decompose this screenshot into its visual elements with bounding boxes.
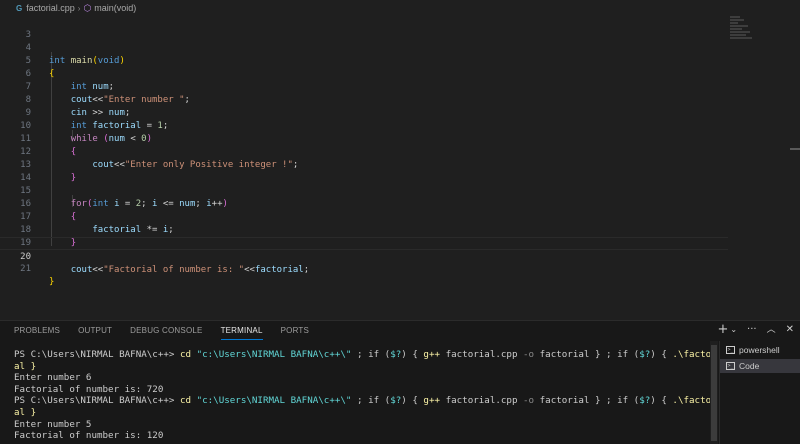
terminal-item-label: Code (739, 361, 760, 371)
cpp-file-icon: G (16, 3, 23, 13)
chevron-down-icon[interactable]: ⌄ (730, 323, 737, 337)
code-editor[interactable]: 3 4 int main(void) 5 { 6 int num; 7 cout… (0, 16, 800, 320)
terminal-item-code[interactable]: >_ Code (720, 359, 800, 373)
terminal-line: PS C:\Users\NIRMAL BAFNA\c++> cd "c:\Use… (14, 395, 710, 407)
code-line[interactable]: 9 int factorial = 1; (0, 94, 728, 131)
code-line[interactable]: 18 } (0, 211, 728, 248)
code-line[interactable]: 19 (0, 224, 728, 248)
code-line[interactable]: 16 { (0, 185, 728, 222)
editor-scrollbar[interactable] (792, 16, 800, 320)
tab-output[interactable]: OUTPUT (78, 321, 112, 341)
terminal-line: Enter number 5 (14, 418, 92, 430)
code-line[interactable]: 13 } (0, 146, 728, 183)
breadcrumb-file[interactable]: factorial.cpp (26, 3, 75, 13)
code-line-current[interactable]: 20 cout<<"Factorial of number is: "<<fac… (0, 237, 728, 275)
code-line[interactable]: 17 factorial *= i; (0, 198, 728, 235)
terminal-icon: >_ (726, 362, 735, 370)
terminal-list: >_ powershell >_ Code (719, 341, 800, 444)
code-line[interactable]: 14 (0, 159, 728, 183)
code-line[interactable]: 12 cout<<"Enter only Positive integer !"… (0, 133, 728, 170)
code-line[interactable]: 7 cout<<"Enter number "; (0, 68, 728, 105)
terminal-line: PS C:\Users\NIRMAL BAFNA\c++> cd "c:\Use… (14, 349, 710, 360)
code-line[interactable]: 4 int main(void) (0, 29, 728, 66)
chevron-right-icon: › (77, 3, 81, 13)
code-line[interactable]: 3 (0, 16, 728, 40)
panel-tabs: PROBLEMS OUTPUT DEBUG CONSOLE TERMINAL P… (0, 321, 700, 341)
terminal-item-label: powershell (739, 345, 780, 355)
terminal-icon: >_ (726, 346, 735, 354)
code-line[interactable]: 8 cin >> num; (0, 81, 728, 118)
panel-actions: + ⌄ ··· ︿ ✕ (717, 323, 794, 337)
variable: factorial (254, 265, 304, 275)
terminal-line: Factorial of number is: 720 (14, 383, 164, 395)
terminal-scrollbar[interactable] (710, 341, 718, 444)
line-number: 21 (20, 264, 31, 274)
close-icon[interactable]: ✕ (786, 323, 794, 337)
string-literal: "Factorial of number is: " (103, 265, 245, 275)
terminal-line: al } (14, 360, 37, 372)
variable: cout (70, 265, 93, 275)
code-line[interactable]: 11 { (0, 120, 728, 157)
terminal-line: al } (14, 406, 37, 418)
tab-ports[interactable]: PORTS (281, 321, 309, 341)
code-line[interactable]: 5 { (0, 42, 728, 79)
breadcrumb: G factorial.cpp › ⬡ main(void) (0, 0, 800, 16)
terminal-line: Enter number 6 (14, 372, 92, 384)
bottom-panel: PROBLEMS OUTPUT DEBUG CONSOLE TERMINAL P… (0, 320, 800, 444)
breadcrumb-symbol[interactable]: main(void) (94, 3, 136, 13)
code-line[interactable]: 6 int num; (0, 55, 728, 92)
tab-terminal[interactable]: TERMINAL (220, 321, 263, 341)
code-line[interactable]: 10 while (num < 0) (0, 107, 728, 144)
code-line[interactable]: 15 for(int i = 2; i <= num; i++) (0, 172, 728, 209)
scrollbar-thumb[interactable] (711, 345, 717, 441)
terminal-line: Factorial of number is: 120 (14, 430, 164, 442)
code-line[interactable]: 21 } (0, 250, 728, 287)
new-terminal-icon[interactable]: + (717, 323, 728, 337)
terminal-output[interactable]: PS C:\Users\NIRMAL BAFNA\c++> cd "c:\Use… (14, 349, 710, 444)
maximize-panel-icon[interactable]: ︿ (767, 323, 776, 337)
minimap[interactable] (730, 16, 790, 46)
terminal-item-powershell[interactable]: >_ powershell (720, 343, 800, 357)
tab-debug-console[interactable]: DEBUG CONSOLE (130, 321, 202, 341)
tab-problems[interactable]: PROBLEMS (14, 321, 60, 341)
more-actions-icon[interactable]: ··· (747, 323, 757, 337)
method-cube-icon: ⬡ (83, 2, 92, 13)
